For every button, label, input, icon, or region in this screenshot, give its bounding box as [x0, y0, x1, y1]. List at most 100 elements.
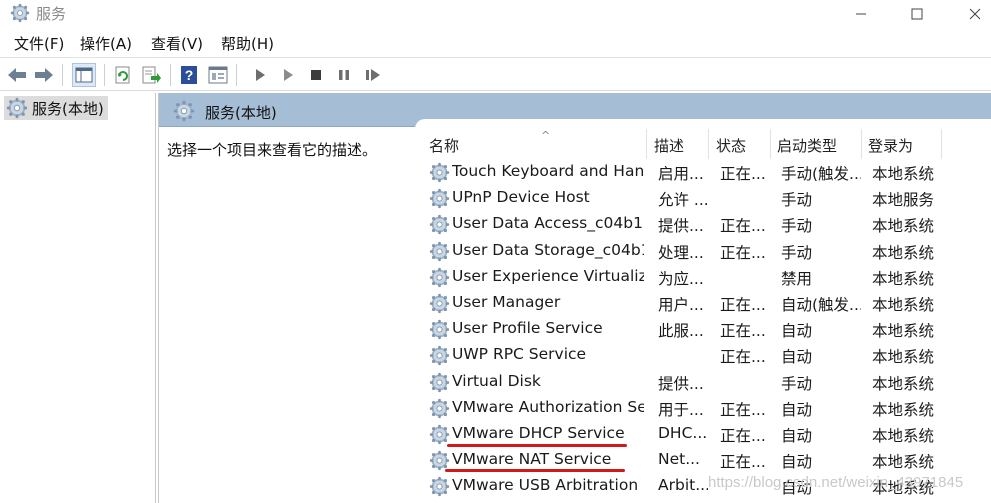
cell-startup-type: 自动: [781, 348, 813, 367]
column-header-label: 描述: [654, 137, 685, 155]
window-title: 服务: [36, 5, 67, 23]
cell-logon-as: 本地系统: [872, 296, 935, 314]
gear-icon: [429, 398, 450, 419]
cell-name: Virtual Disk: [452, 371, 541, 390]
column-header-status[interactable]: 状态: [710, 129, 771, 159]
cell-description: Arbit...: [658, 476, 708, 495]
menu-view[interactable]: 查看(V): [151, 33, 203, 54]
watermark: https://blog.csdn.net/weixin_43971845: [708, 474, 964, 491]
table-row[interactable]: VMware Authorization Ser... 用于... 正在... 自动 本…: [415, 395, 991, 421]
table-row[interactable]: User Data Access_c04b104 提供... 正在... 手动 本地系统: [415, 211, 991, 237]
start-service-button[interactable]: [248, 63, 272, 87]
restart-service-button[interactable]: [361, 63, 385, 87]
cell-status: 正在...: [720, 348, 766, 367]
cell-logon-as: 本地服务: [872, 191, 935, 210]
forward-button[interactable]: [32, 63, 56, 87]
cell-status: 正在...: [720, 400, 766, 419]
menu-action[interactable]: 操作(A): [80, 33, 132, 54]
cell-name: User Experience Virtualizat...: [452, 266, 644, 285]
gear-icon: [10, 3, 30, 23]
menu-file[interactable]: 文件(F): [14, 33, 64, 54]
cell-logon-as: 本地系统: [872, 165, 935, 183]
cell-name: User Data Storage_c04b104: [452, 240, 644, 259]
toolbar: ?: [0, 57, 991, 91]
cell-name: User Manager: [452, 293, 561, 311]
column-header-name[interactable]: 名称 ^: [423, 129, 647, 159]
cell-startup-type: 手动: [781, 191, 813, 210]
refresh-button[interactable]: [111, 63, 135, 87]
help-button[interactable]: ?: [177, 63, 201, 87]
menu-help[interactable]: 帮助(H): [221, 33, 274, 54]
gear-icon: [173, 100, 195, 122]
gear-icon: [6, 97, 28, 119]
tree-item-services-local[interactable]: 服务(本地): [4, 96, 108, 120]
cell-logon-as: 本地系统: [872, 348, 935, 367]
pause-service-button[interactable]: [332, 63, 356, 87]
services-pane: 服务(本地) 选择一个项目来查看它的描述。 名称 ^ 描述 状态 启动类型 登录…: [158, 93, 991, 503]
cell-description: 为应...: [658, 269, 704, 288]
cell-logon-as: 本地系统: [872, 269, 935, 288]
cell-startup-type: 手动: [781, 374, 813, 393]
table-row[interactable]: Virtual Disk 提供... 手动 本地系统: [415, 369, 991, 395]
gear-icon: [429, 214, 450, 235]
pause-icon: [339, 70, 349, 80]
sort-ascending-icon: ^: [541, 129, 551, 142]
menu-bar: 文件(F) 操作(A) 查看(V) 帮助(H): [0, 31, 991, 55]
column-header-label: 启动类型: [777, 137, 838, 155]
console-tree-button[interactable]: [72, 63, 96, 87]
cell-startup-type: 手动: [781, 243, 813, 262]
gear-icon: [429, 188, 450, 209]
cell-status: 正在...: [720, 453, 766, 472]
cell-startup-type: 自动(触发...: [781, 296, 861, 314]
table-row[interactable]: Touch Keyboard and Hand... 启用... 正在... 手动(触…: [415, 159, 991, 185]
table-row[interactable]: User Data Storage_c04b104 处理... 正在... 手动 本地系…: [415, 238, 991, 264]
table-row[interactable]: UPnP Device Host 允许 ... 手动 本地服务: [415, 185, 991, 211]
cell-startup-type: 手动: [781, 217, 813, 236]
cell-logon-as: 本地系统: [872, 374, 935, 393]
gear-icon: [429, 372, 450, 393]
console-tree: 服务(本地): [0, 93, 156, 503]
table-row[interactable]: User Experience Virtualizat... 为应... 禁用 本地系…: [415, 264, 991, 290]
console-tree-icon: [75, 67, 93, 83]
play-icon: [256, 69, 265, 81]
cell-logon-as: 本地系统: [872, 217, 935, 236]
forward-arrow-icon: [35, 68, 53, 82]
column-header-logon-as[interactable]: 登录为: [862, 129, 942, 159]
table-row[interactable]: User Manager 用户... 正在... 自动(触发... 本地系统: [415, 290, 991, 316]
restart-icon: [366, 69, 380, 81]
cell-name: VMware NAT Service: [452, 450, 612, 469]
column-header-startup-type[interactable]: 启动类型: [771, 129, 862, 159]
cell-startup-type: 自动: [781, 427, 813, 445]
minimize-button[interactable]: [838, 0, 884, 27]
table-row[interactable]: UWP RPC Service 正在... 自动 本地系统: [415, 342, 991, 368]
back-button[interactable]: [5, 63, 29, 87]
maximize-button[interactable]: [894, 0, 940, 27]
svg-text:?: ?: [185, 67, 194, 83]
export-list-button[interactable]: [139, 63, 163, 87]
cell-description: 启用...: [658, 165, 704, 183]
cell-description: DHC...: [658, 424, 708, 442]
properties-button[interactable]: [206, 63, 230, 87]
column-header-description[interactable]: 描述: [648, 129, 709, 159]
close-button[interactable]: [952, 0, 991, 27]
cell-logon-as: 本地系统: [872, 243, 935, 262]
cell-startup-type: 手动(触发...: [781, 165, 861, 183]
help-icon: ?: [181, 66, 197, 84]
stop-service-button[interactable]: [304, 63, 328, 87]
cell-logon-as: 本地系统: [872, 453, 935, 472]
cell-description: Net...: [658, 450, 700, 469]
cell-logon-as: 本地系统: [872, 322, 935, 341]
cell-status: 正在...: [720, 243, 766, 262]
start-service-alt-button[interactable]: [276, 63, 300, 87]
annotation-underline: [447, 444, 627, 447]
cell-name: VMware DHCP Service: [452, 424, 625, 442]
tree-item-label: 服务(本地): [32, 99, 104, 118]
table-row[interactable]: User Profile Service 此服... 正在... 自动 本地系统: [415, 316, 991, 342]
cell-description: 此服...: [658, 322, 704, 341]
column-header-label: 名称: [429, 137, 460, 155]
description-prompt: 选择一个项目来查看它的描述。: [167, 141, 378, 159]
cell-name: User Data Access_c04b104: [452, 214, 644, 233]
cell-startup-type: 自动: [781, 322, 813, 341]
cell-name: Touch Keyboard and Hand...: [452, 162, 644, 180]
cell-name: VMware Authorization Ser...: [452, 397, 644, 416]
